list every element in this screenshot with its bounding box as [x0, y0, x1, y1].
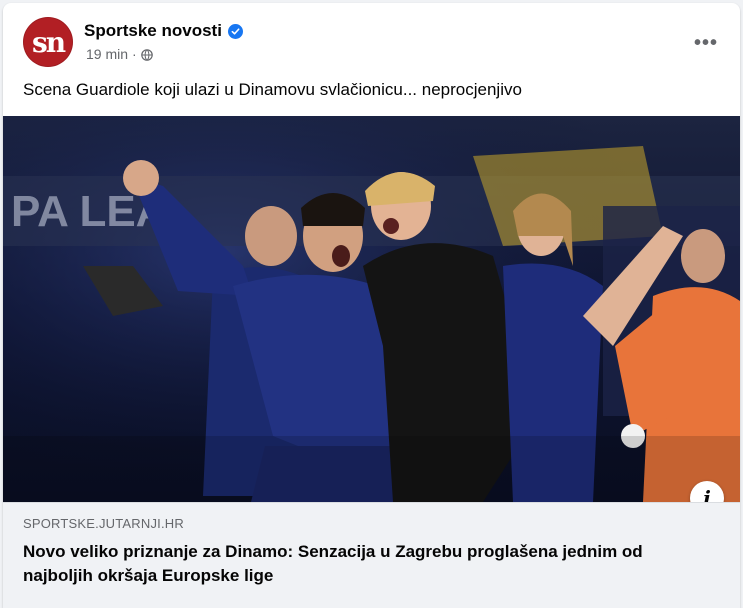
post-text: Scena Guardiole koji ulazi u Dinamovu sv… [23, 80, 522, 99]
post-card: sn Sportske novosti 19 min · ••• Scena G… [3, 3, 740, 608]
meta-separator: · [132, 46, 137, 62]
link-title: Novo veliko priznanje za Dinamo: Senzaci… [23, 542, 643, 585]
post-header: sn Sportske novosti 19 min · ••• [3, 3, 740, 73]
avatar-logo-text: sn [31, 25, 66, 59]
verified-badge-icon [227, 23, 243, 39]
link-preview[interactable]: SPORTSKE.JUTARNJI.HR Novo veliko priznan… [3, 502, 740, 608]
more-options-icon[interactable]: ••• [688, 25, 724, 61]
more-options-label: ••• [693, 31, 718, 54]
photo-illustration: PA LEA [3, 116, 740, 502]
post-meta: 19 min · [86, 46, 153, 62]
post-photo[interactable]: PA LEA i [3, 116, 740, 502]
link-domain: SPORTSKE.JUTARNJI.HR [23, 516, 184, 531]
page-avatar[interactable]: sn [23, 17, 73, 67]
info-label: i [703, 486, 711, 502]
globe-icon[interactable] [140, 48, 153, 61]
page-name[interactable]: Sportske novosti [84, 21, 222, 41]
page-name-row: Sportske novosti [84, 21, 243, 41]
post-timestamp[interactable]: 19 min [86, 46, 128, 62]
